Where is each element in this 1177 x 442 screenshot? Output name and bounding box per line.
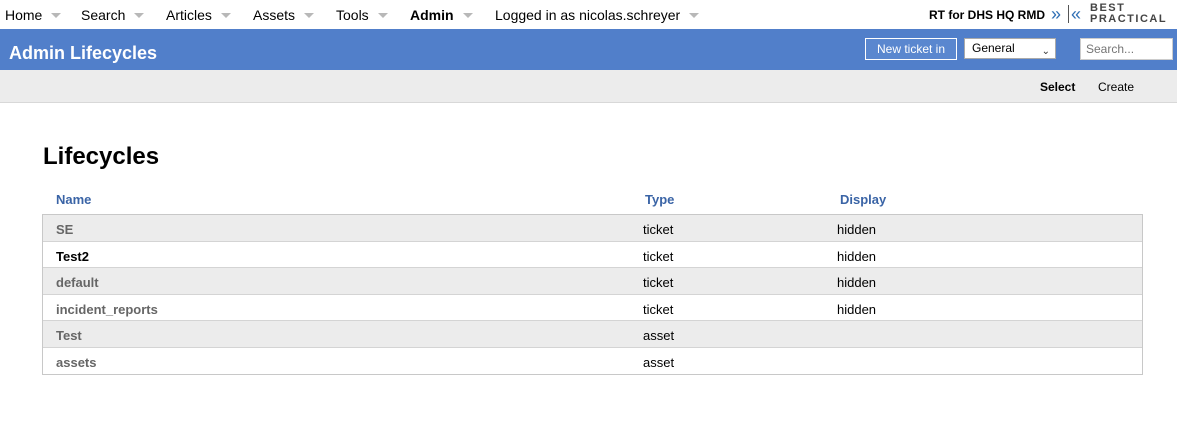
menu-admin-label: Admin xyxy=(410,7,454,23)
lifecycle-display: hidden xyxy=(837,222,877,237)
lifecycle-type: asset xyxy=(643,354,675,370)
table-row: Test2 ticket hidden xyxy=(43,241,1142,268)
page-heading: Lifecycles xyxy=(43,143,160,170)
menu-home-label: Home xyxy=(5,7,43,23)
menu-home[interactable]: Home xyxy=(5,7,62,23)
rt-instance-name: RT for DHS HQ RMD xyxy=(929,8,1045,22)
lifecycle-name-link[interactable]: assets xyxy=(56,355,96,370)
lifecycle-display: hidden xyxy=(837,301,877,317)
page-menu-select[interactable]: Select xyxy=(1040,80,1075,94)
menu-user-label: Logged in as nicolas.schreyer xyxy=(495,7,681,23)
page-header: Admin Lifecycles New ticket in General ⌄ xyxy=(0,29,1177,70)
table-row: SE ticket hidden xyxy=(43,215,1142,242)
column-header-type[interactable]: Type xyxy=(645,192,674,207)
chevron-down-icon: ⌄ xyxy=(1041,46,1050,57)
column-header-display[interactable]: Display xyxy=(840,192,886,207)
lifecycle-name-link[interactable]: default xyxy=(56,275,99,290)
table-row: Test asset xyxy=(43,321,1142,348)
logo-text: BEST PRACTICAL xyxy=(1090,3,1167,25)
page-menu-create[interactable]: Create xyxy=(1098,80,1134,94)
logo-divider xyxy=(1068,5,1069,23)
best-practical-logo[interactable]: » « BEST PRACTICAL xyxy=(1051,2,1177,26)
chevron-down-icon xyxy=(462,12,473,18)
lifecycle-name-link[interactable]: Test xyxy=(56,328,82,343)
menu-assets-label: Assets xyxy=(253,7,296,23)
chevron-down-icon xyxy=(134,12,145,18)
lifecycle-type: ticket xyxy=(643,275,674,290)
menu-assets[interactable]: Assets xyxy=(253,7,315,23)
lifecycle-display: hidden xyxy=(837,275,877,290)
lifecycle-type: asset xyxy=(643,328,675,343)
lifecycle-name-link[interactable]: SE xyxy=(56,222,73,237)
menu-articles[interactable]: Articles xyxy=(166,7,231,23)
queue-select-value: General xyxy=(972,41,1015,55)
new-ticket-button[interactable]: New ticket in xyxy=(865,38,957,60)
menu-search[interactable]: Search xyxy=(81,7,145,23)
menu-articles-label: Articles xyxy=(166,7,212,23)
lifecycle-type: ticket xyxy=(643,301,674,317)
chevron-down-icon xyxy=(377,12,388,18)
lifecycle-name-link[interactable]: Test2 xyxy=(56,249,89,264)
chevron-down-icon xyxy=(689,12,700,18)
table-row: default ticket hidden xyxy=(43,268,1142,295)
table-row: assets asset xyxy=(43,347,1142,374)
menu-admin[interactable]: Admin xyxy=(410,7,473,23)
lifecycle-display: hidden xyxy=(837,248,877,264)
search-input[interactable] xyxy=(1080,38,1173,60)
lifecycle-type: ticket xyxy=(643,248,674,264)
double-chevron-left-icon: « xyxy=(1071,4,1082,24)
lifecycle-name-link[interactable]: incident_reports xyxy=(56,302,158,317)
double-chevron-right-icon: » xyxy=(1051,4,1062,24)
page-menu: Select Create xyxy=(0,70,1177,103)
menu-tools-label: Tools xyxy=(336,7,369,23)
chevron-down-icon xyxy=(304,12,315,18)
menu-tools[interactable]: Tools xyxy=(336,7,388,23)
top-menu-bar: Home Search Articles Assets Tools Admin … xyxy=(0,0,1177,29)
logo-text-line2: PRACTICAL xyxy=(1090,13,1168,25)
menu-user[interactable]: Logged in as nicolas.schreyer xyxy=(495,7,700,23)
menu-search-label: Search xyxy=(81,7,126,23)
queue-select[interactable]: General ⌄ xyxy=(964,38,1056,59)
column-header-name[interactable]: Name xyxy=(56,192,91,207)
table-row: incident_reports ticket hidden xyxy=(43,294,1142,321)
chevron-down-icon xyxy=(220,12,231,18)
chevron-down-icon xyxy=(51,12,62,18)
lifecycle-type: ticket xyxy=(643,222,674,237)
lifecycles-table: SE ticket hidden Test2 ticket hidden def… xyxy=(42,214,1143,375)
page-title: Admin Lifecycles xyxy=(9,43,158,63)
